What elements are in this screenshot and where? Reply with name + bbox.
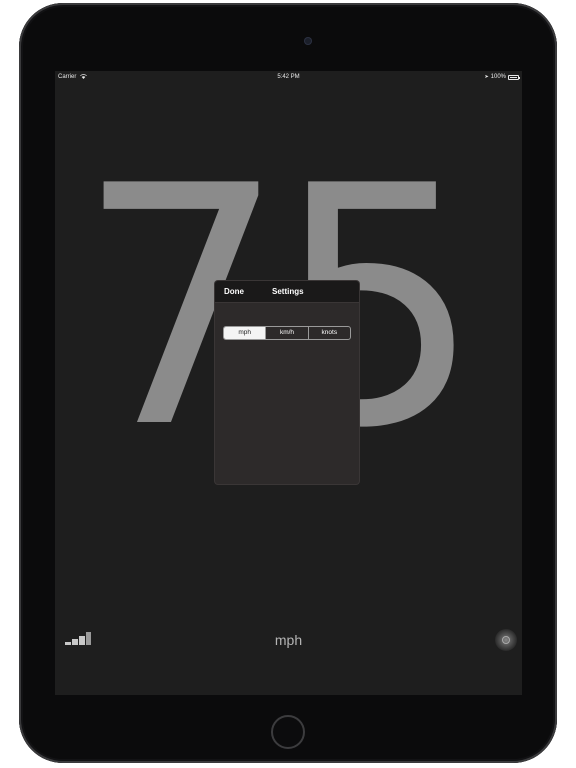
battery-icon bbox=[508, 74, 520, 80]
unit-segmented-control: mph km/h knots bbox=[223, 326, 351, 340]
status-time: 5:42 PM bbox=[277, 74, 300, 80]
home-button[interactable] bbox=[271, 715, 305, 749]
ipad-device-frame: Carrier 5:42 PM ➤ 100% 75 Done Settings … bbox=[19, 3, 557, 763]
unit-label: mph bbox=[274, 632, 303, 648]
info-icon[interactable] bbox=[495, 629, 517, 651]
settings-popover: Done Settings mph km/h knots bbox=[215, 281, 359, 484]
segment-mph[interactable]: mph bbox=[224, 327, 266, 339]
battery-percent: 100% bbox=[490, 74, 506, 80]
app-screen: Carrier 5:42 PM ➤ 100% 75 Done Settings … bbox=[55, 71, 522, 695]
status-right-group: ➤ 100% bbox=[484, 71, 520, 83]
status-bar: Carrier 5:42 PM ➤ 100% bbox=[55, 71, 522, 83]
segment-kmh[interactable]: km/h bbox=[265, 327, 307, 339]
segment-knots[interactable]: knots bbox=[307, 327, 350, 339]
popover-title: Settings bbox=[272, 287, 304, 296]
location-arrow-icon: ➤ bbox=[484, 74, 489, 80]
popover-nav-bar: Done Settings bbox=[215, 281, 359, 303]
front-camera bbox=[304, 37, 312, 45]
done-button[interactable]: Done bbox=[224, 281, 244, 303]
